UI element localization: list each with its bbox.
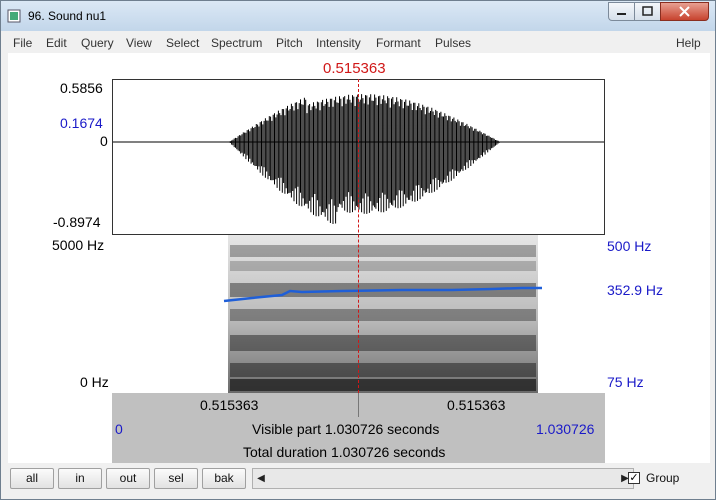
zoom-in-button[interactable]: in — [58, 468, 102, 489]
visible-start-label: 0 — [115, 421, 123, 437]
cursor-time-label: 0.515363 — [323, 60, 386, 77]
group-checkbox[interactable]: ✓ — [628, 472, 640, 484]
waveform-zero-label: 0 — [100, 133, 108, 149]
pitch-bottom-label: 75 Hz — [607, 374, 644, 390]
menu-query[interactable]: Query — [81, 36, 114, 50]
window-title: 96. Sound nu1 — [28, 9, 107, 23]
maximize-button[interactable] — [634, 2, 661, 21]
waveform-mark-label: 0.1674 — [60, 115, 103, 131]
close-icon — [679, 6, 690, 17]
close-button[interactable] — [660, 2, 709, 21]
spectrogram-top-label: 5000 Hz — [52, 237, 105, 253]
zoom-out-button[interactable]: out — [106, 468, 150, 489]
zoom-all-button[interactable]: all — [10, 468, 54, 489]
zoom-selection-button[interactable]: sel — [154, 468, 198, 489]
scroll-left-icon[interactable]: ◀ — [253, 469, 269, 488]
bottom-toolbar: all in out sel bak ◀ ▶ ✓ Group — [8, 463, 710, 495]
horizontal-scrollbar[interactable]: ◀ ▶ — [252, 468, 634, 489]
window-app-icon — [7, 9, 21, 23]
selection-bar[interactable]: 0.515363 0.515363 — [112, 393, 605, 417]
pitch-top-label: 500 Hz — [607, 238, 652, 254]
spectrogram-band — [230, 309, 536, 321]
pitch-value-label: 352.9 Hz — [607, 282, 664, 298]
menu-intensity[interactable]: Intensity — [316, 36, 361, 50]
menu-pulses[interactable]: Pulses — [435, 36, 471, 50]
minimize-icon — [617, 13, 626, 15]
menu-formant[interactable]: Formant — [376, 36, 421, 50]
right-time-label: 0.515363 — [447, 397, 506, 413]
group-label: Group — [646, 471, 680, 485]
cursor-line[interactable] — [358, 79, 359, 393]
menu-pitch[interactable]: Pitch — [276, 36, 303, 50]
spectrogram-band — [230, 261, 536, 271]
menu-spectrum[interactable]: Spectrum — [211, 36, 262, 50]
menu-view[interactable]: View — [126, 36, 152, 50]
spectrogram-band — [230, 363, 536, 377]
menu-bar: File Edit Query View Select Spectrum Pit… — [8, 33, 708, 53]
editor-canvas[interactable]: 0.515363 0.5856 0.1674 0 -0.8974 5000 Hz… — [8, 53, 710, 463]
maximize-icon — [642, 6, 653, 16]
selection-bar-divider — [358, 393, 359, 417]
minimize-button[interactable] — [608, 2, 635, 21]
menu-file[interactable]: File — [13, 36, 32, 50]
title-bar: 96. Sound nu1 — [1, 1, 715, 31]
left-time-label: 0.515363 — [200, 397, 259, 413]
spectrogram-band — [230, 335, 536, 351]
spectrogram-bottom-label: 0 Hz — [80, 374, 109, 390]
spectrogram-band — [230, 379, 536, 391]
menu-edit[interactable]: Edit — [46, 36, 67, 50]
sound-editor-window: 96. Sound nu1 File Edit Query View Selec… — [0, 0, 716, 500]
total-duration-label: Total duration 1.030726 seconds — [243, 444, 446, 460]
visible-part-label: Visible part 1.030726 seconds — [252, 421, 440, 437]
menu-select[interactable]: Select — [166, 36, 199, 50]
zoom-back-button[interactable]: bak — [202, 468, 246, 489]
waveform-path — [229, 94, 500, 224]
total-duration-bar[interactable]: Total duration 1.030726 seconds — [112, 441, 605, 463]
waveform-min-label: -0.8974 — [53, 214, 101, 230]
visible-end-label: 1.030726 — [536, 421, 595, 437]
waveform-max-label: 0.5856 — [60, 80, 103, 96]
visible-part-bar[interactable]: Visible part 1.030726 seconds — [112, 417, 605, 441]
spectrogram-band — [230, 245, 536, 257]
menu-help[interactable]: Help — [676, 36, 701, 50]
